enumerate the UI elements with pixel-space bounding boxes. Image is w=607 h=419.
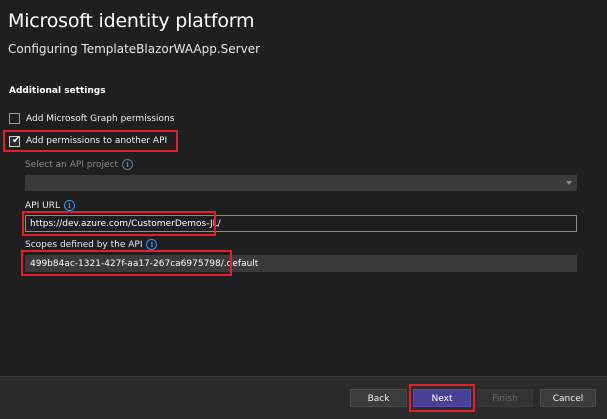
next-button[interactable]: Next	[413, 389, 471, 407]
info-icon[interactable]: i	[122, 159, 134, 170]
api-url-input[interactable]: https://dev.azure.com/CustomerDemos-JL/	[25, 215, 577, 232]
another-api-checkbox[interactable]: ✔	[9, 135, 21, 147]
scopes-label-text: Scopes defined by the API	[25, 240, 143, 250]
chevron-down-icon	[566, 181, 572, 185]
dialog-subtitle: Configuring TemplateBlazorWAApp.Server	[8, 42, 261, 56]
finish-button[interactable]: Finish	[477, 389, 533, 407]
info-icon[interactable]: i	[146, 239, 158, 250]
api-project-label-text: Select an API project	[25, 160, 119, 170]
another-api-label[interactable]: Add permissions to another API	[26, 136, 167, 146]
dialog-title: Microsoft identity platform	[8, 10, 255, 32]
api-url-label-text: API URL	[25, 201, 60, 211]
info-icon[interactable]: i	[63, 200, 75, 211]
scopes-input[interactable]: 499b84ac-1321-427f-aa17-267ca6975798/.de…	[25, 255, 577, 272]
api-project-dropdown[interactable]	[25, 175, 577, 191]
back-button[interactable]: Back	[350, 389, 407, 407]
graph-permissions-checkbox[interactable]	[9, 113, 20, 124]
scopes-label: Scopes defined by the API i	[25, 239, 158, 250]
api-url-label: API URL i	[25, 200, 75, 211]
section-heading: Additional settings	[9, 86, 106, 96]
graph-permissions-label[interactable]: Add Microsoft Graph permissions	[26, 114, 174, 124]
check-icon: ✔	[12, 135, 21, 146]
cancel-button[interactable]: Cancel	[540, 389, 596, 407]
api-project-label: Select an API project i	[25, 159, 134, 170]
